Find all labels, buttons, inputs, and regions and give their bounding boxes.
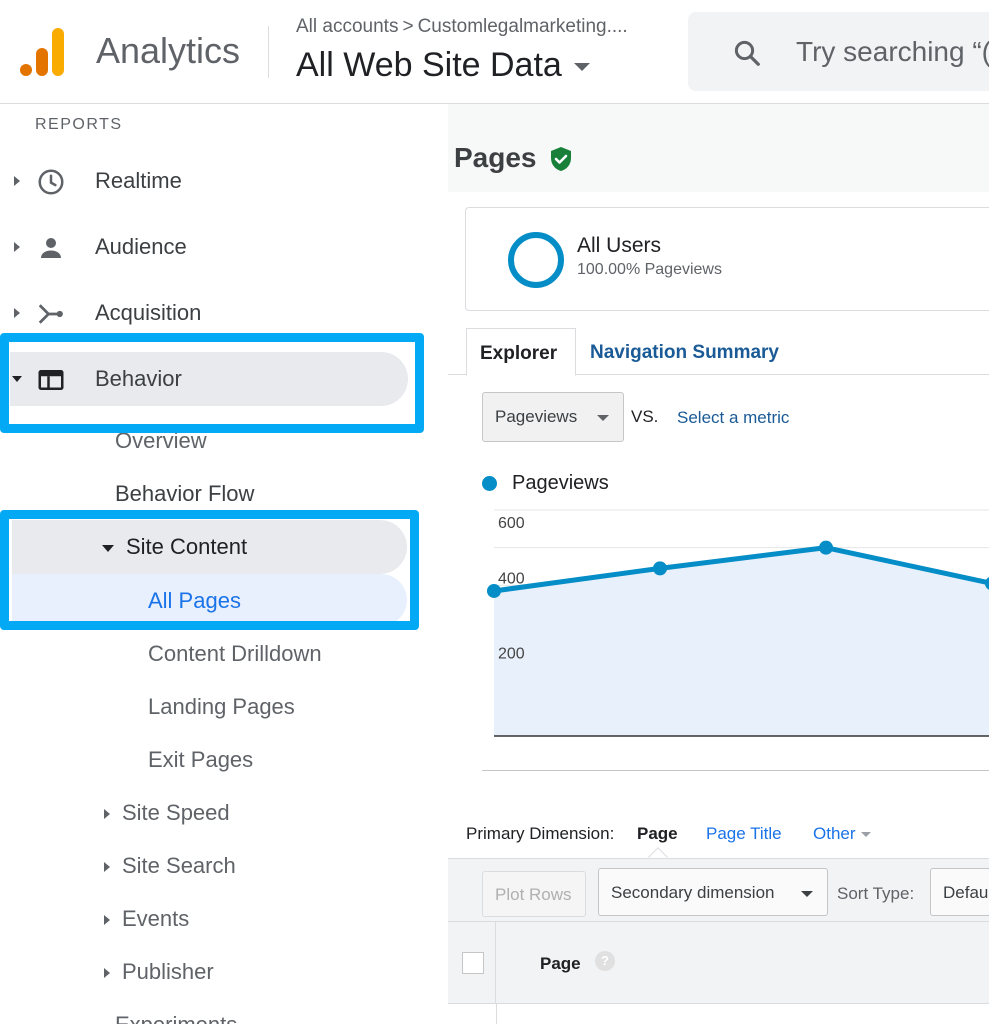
search-icon (734, 40, 760, 66)
sidebar-item-site-speed[interactable]: Site Speed (104, 800, 230, 826)
data-point (653, 561, 667, 576)
breadcrumb-accounts[interactable]: All accounts (296, 16, 398, 37)
y-tick-label: 600 (498, 515, 525, 532)
page-title: Pages (454, 142, 537, 173)
sidebar-item-experiments[interactable]: Experiments (115, 1012, 237, 1024)
primary-dimension-label: Primary Dimension: (466, 824, 615, 843)
sidebar-item-label: Site Search (122, 853, 236, 878)
select-all-checkbox[interactable] (462, 952, 484, 974)
analytics-logo-icon[interactable] (20, 28, 64, 76)
tab-explorer[interactable]: Explorer (466, 328, 576, 376)
expand-arrow-icon (104, 862, 110, 873)
vs-label: VS. (631, 407, 659, 426)
expand-arrow-icon (104, 809, 110, 820)
metric-select-value: Pageviews (495, 407, 578, 426)
primary-dimension-other[interactable]: Other (813, 824, 871, 844)
chart-bottom-border (482, 770, 989, 771)
data-point (819, 540, 833, 555)
legend-label: Pageviews (512, 472, 609, 494)
view-name[interactable]: All Web Site Data (296, 46, 562, 84)
sidebar-item-label: Audience (95, 234, 187, 259)
highlight-box-behavior (0, 333, 424, 433)
sidebar-item-content-drilldown[interactable]: Content Drilldown (148, 641, 322, 667)
highlight-box-site-content (0, 510, 419, 630)
legend-dot (482, 476, 497, 491)
expand-arrow-icon (104, 915, 110, 926)
caret-down-icon (801, 891, 813, 897)
app-name: Analytics (96, 30, 241, 71)
expand-arrow-icon (104, 968, 110, 979)
verified-shield-icon (551, 147, 571, 171)
search-box[interactable]: Try searching “( (688, 12, 989, 91)
series-area-fill (494, 547, 989, 736)
sidebar-item-label: Events (122, 906, 190, 931)
sidebar-item-site-search[interactable]: Site Search (104, 853, 236, 879)
header-divider (268, 26, 269, 78)
sidebar-item-exit-pages[interactable]: Exit Pages (148, 747, 253, 773)
segment-name: All Users (577, 234, 662, 257)
table-toolbar: Plot Rows Secondary dimension Sort Type:… (448, 858, 989, 922)
sidebar-item-publisher[interactable]: Publisher (104, 959, 214, 985)
primary-dimension-page[interactable]: Page (637, 824, 678, 844)
sort-type-value: Default (943, 883, 989, 902)
column-header-page[interactable]: Page (540, 954, 581, 974)
primary-dimension-page-title[interactable]: Page Title (706, 824, 782, 844)
segment-ring-icon (508, 232, 564, 288)
sidebar-item-label: Site Speed (122, 800, 230, 825)
reports-section-label: REPORTS (35, 116, 123, 133)
plot-rows-button[interactable]: Plot Rows (482, 871, 586, 917)
help-icon[interactable]: ? (595, 951, 615, 971)
caret-down-icon (573, 63, 590, 72)
search-input[interactable]: Try searching “( (796, 36, 989, 68)
secondary-dimension-label: Secondary dimension (611, 883, 775, 902)
tab-navigation-summary[interactable]: Navigation Summary (590, 342, 779, 364)
breadcrumb-separator: > (402, 16, 414, 37)
expand-arrow-icon (14, 176, 20, 186)
caret-down-icon (860, 832, 871, 838)
sort-type-label: Sort Type: (837, 884, 915, 903)
sidebar-item-landing-pages[interactable]: Landing Pages (148, 694, 295, 720)
clock-icon (38, 169, 64, 195)
sidebar-item-audience[interactable]: Audience (0, 214, 420, 280)
person-icon (41, 238, 61, 258)
caret-down-icon (597, 415, 609, 421)
sidebar-item-label: Realtime (95, 168, 182, 193)
data-point (487, 583, 501, 598)
row-divider (496, 1004, 497, 1024)
top-header: Analytics All accounts > Customlegalmarket… (0, 0, 989, 104)
table-header: Page ? (448, 922, 989, 1004)
y-tick-label: 400 (498, 570, 525, 587)
breadcrumb[interactable]: All accounts > Customlegalmarketing.... (296, 16, 628, 38)
other-label: Other (813, 824, 856, 843)
sidebar-item-realtime[interactable]: Realtime (0, 148, 420, 214)
segment-card[interactable]: All Users 100.00% Pageviews (465, 207, 989, 311)
sort-type-select[interactable]: Default (930, 868, 989, 916)
select-all-cell (448, 922, 496, 1004)
sidebar-item-label: Publisher (122, 959, 214, 984)
select-metric-link[interactable]: Select a metric (677, 408, 789, 428)
expand-arrow-icon (14, 308, 20, 318)
main-content: Pages All Users 100.00% Pageviews Explor… (448, 104, 989, 1024)
metric-select[interactable]: Pageviews (482, 392, 624, 442)
expand-arrow-icon (14, 242, 20, 252)
view-selector[interactable]: All Web Site Data (296, 46, 590, 85)
sidebar: REPORTS Realtime Audience Acquisition Be… (0, 104, 448, 1024)
pageviews-chart: 600 400 200 (487, 509, 989, 737)
breadcrumb-property[interactable]: Customlegalmarketing.... (418, 16, 628, 37)
sidebar-item-events[interactable]: Events (104, 906, 189, 932)
y-tick-label: 200 (498, 646, 525, 663)
acquisition-icon (38, 304, 63, 324)
sidebar-item-label: Acquisition (95, 300, 202, 325)
secondary-dimension-select[interactable]: Secondary dimension (598, 868, 828, 916)
sidebar-item-behavior-flow[interactable]: Behavior Flow (115, 481, 254, 507)
segment-subtitle: 100.00% Pageviews (577, 261, 722, 278)
